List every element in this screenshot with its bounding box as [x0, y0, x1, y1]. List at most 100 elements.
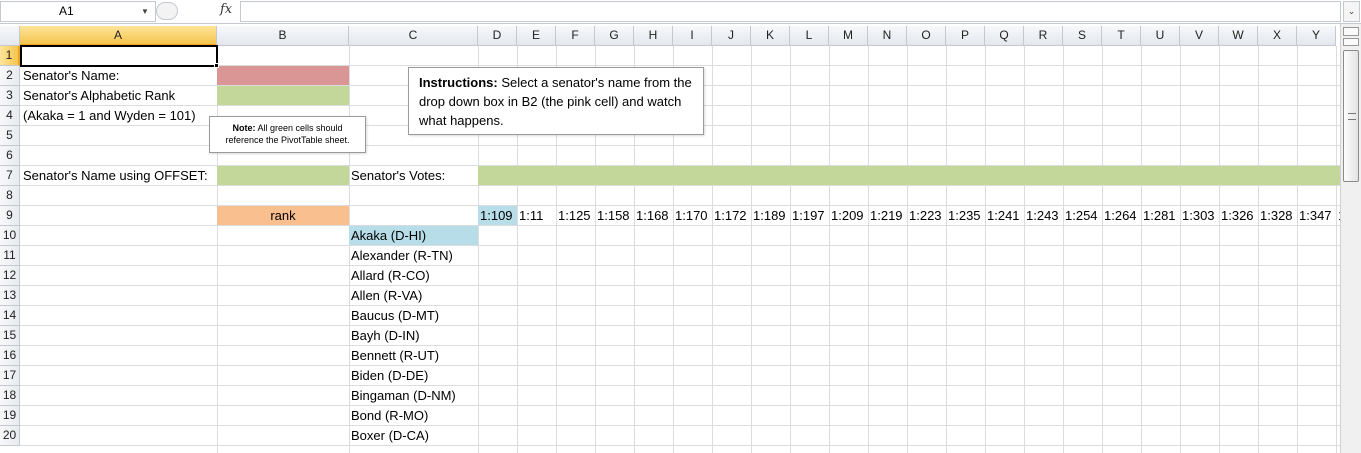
- senator-list-item[interactable]: Baucus (D-MT): [351, 306, 439, 325]
- row-header-7[interactable]: 7: [0, 166, 20, 186]
- senator-list-item[interactable]: Alexander (R-TN): [351, 246, 453, 265]
- vote-column-header[interactable]: 1:243: [1026, 206, 1059, 225]
- row-header-5[interactable]: 5: [0, 126, 20, 146]
- senator-list-item[interactable]: Bingaman (D-NM): [351, 386, 456, 405]
- column-header-m[interactable]: M: [829, 26, 868, 46]
- select-all-corner[interactable]: [0, 26, 20, 46]
- vertical-scrollbar[interactable]: [1340, 24, 1361, 453]
- vote-column-header[interactable]: 1:281: [1143, 206, 1176, 225]
- vote-column-header[interactable]: 1:219: [870, 206, 903, 225]
- senator-list-item[interactable]: Allen (R-VA): [351, 286, 422, 305]
- column-header-p[interactable]: P: [946, 26, 985, 46]
- offset-name-cell[interactable]: [217, 166, 349, 185]
- row-header-13[interactable]: 13: [0, 286, 20, 306]
- column-header-h[interactable]: H: [634, 26, 673, 46]
- vote-column-header[interactable]: 1:209: [831, 206, 864, 225]
- formula-input[interactable]: [240, 1, 1341, 22]
- vote-column-header[interactable]: 1:125: [558, 206, 591, 225]
- row-header-19[interactable]: 19: [0, 406, 20, 426]
- column-header-c[interactable]: C: [349, 26, 478, 46]
- row-header-9[interactable]: 9: [0, 206, 20, 226]
- column-header-v[interactable]: V: [1180, 26, 1219, 46]
- fill-handle[interactable]: [214, 63, 219, 68]
- cell-b9-rank[interactable]: rank: [217, 206, 349, 225]
- column-header-l[interactable]: L: [790, 26, 829, 46]
- vote-column-header[interactable]: 1:11: [519, 206, 543, 225]
- column-header-n[interactable]: N: [868, 26, 907, 46]
- cell-a2[interactable]: Senator's Name:: [23, 66, 119, 85]
- column-header-j[interactable]: J: [712, 26, 751, 46]
- column-header-k[interactable]: K: [751, 26, 790, 46]
- column-header-x[interactable]: X: [1258, 26, 1297, 46]
- row-header-1[interactable]: 1: [0, 46, 20, 66]
- vote-column-header[interactable]: 1:168: [636, 206, 669, 225]
- row-header-10[interactable]: 10: [0, 226, 20, 246]
- vote-column-header[interactable]: 1:197: [792, 206, 825, 225]
- column-header-d[interactable]: D: [478, 26, 517, 46]
- row-header-3[interactable]: 3: [0, 86, 20, 106]
- row-header-12[interactable]: 12: [0, 266, 20, 286]
- alphabetic-rank-cell[interactable]: [217, 86, 349, 105]
- vote-column-header[interactable]: 1:347: [1299, 206, 1332, 225]
- vote-column-header[interactable]: 1:326: [1221, 206, 1254, 225]
- vote-column-header[interactable]: 1:241: [987, 206, 1020, 225]
- name-box[interactable]: A1 ▼: [0, 1, 156, 22]
- row-header-16[interactable]: 16: [0, 346, 20, 366]
- cell-a7[interactable]: Senator's Name using OFFSET:: [23, 166, 208, 185]
- active-cell-a1[interactable]: [20, 45, 218, 67]
- column-header-w[interactable]: W: [1219, 26, 1258, 46]
- instructions-textbox[interactable]: Instructions: Select a senator's name fr…: [408, 67, 704, 135]
- spreadsheet-grid[interactable]: ABCDEFGHIJKLMNOPQRSTUVWXY 1 2 3 4 5 6 7 8 9 10 11 1…: [0, 26, 1340, 453]
- cell-c7[interactable]: Senator's Votes:: [351, 166, 445, 185]
- chevron-down-icon[interactable]: ▼: [141, 2, 149, 21]
- split-box-icon[interactable]: [1343, 27, 1359, 36]
- row-header-18[interactable]: 18: [0, 386, 20, 406]
- row-header-20[interactable]: 20: [0, 426, 20, 446]
- senator-list-item[interactable]: Bayh (D-IN): [351, 326, 420, 345]
- senator-list-item[interactable]: Akaka (D-HI): [351, 226, 426, 245]
- senator-list-item[interactable]: Bennett (R-UT): [351, 346, 439, 365]
- column-header-g[interactable]: G: [595, 26, 634, 46]
- row-header-17[interactable]: 17: [0, 366, 20, 386]
- vote-column-header[interactable]: 1:172: [714, 206, 747, 225]
- row-header-2[interactable]: 2: [0, 66, 20, 86]
- senator-list-item[interactable]: Allard (R-CO): [351, 266, 430, 285]
- vote-column-header[interactable]: 1:235: [948, 206, 981, 225]
- insert-function-icon[interactable]: fx: [220, 2, 232, 17]
- column-header-y[interactable]: Y: [1297, 26, 1336, 46]
- vote-column-header[interactable]: 1:189: [753, 206, 786, 225]
- vote-column-header[interactable]: 1:109: [480, 206, 513, 225]
- column-header-a[interactable]: A: [20, 26, 217, 46]
- column-header-i[interactable]: I: [673, 26, 712, 46]
- vote-column-header[interactable]: 1:158: [597, 206, 630, 225]
- senator-votes-range[interactable]: [478, 166, 1340, 185]
- vote-column-header[interactable]: 1:328: [1260, 206, 1293, 225]
- row-header-4[interactable]: 4: [0, 106, 20, 126]
- senator-list-item[interactable]: Boxer (D-CA): [351, 426, 429, 445]
- note-textbox[interactable]: Note: All green cells should reference t…: [209, 116, 366, 153]
- column-header-b[interactable]: B: [217, 26, 349, 46]
- row-header-11[interactable]: 11: [0, 246, 20, 266]
- column-header-f[interactable]: F: [556, 26, 595, 46]
- row-header-6[interactable]: 6: [0, 146, 20, 166]
- vote-column-header[interactable]: 1:254: [1065, 206, 1098, 225]
- row-header-15[interactable]: 15: [0, 326, 20, 346]
- column-header-q[interactable]: Q: [985, 26, 1024, 46]
- senator-list-item[interactable]: Bond (R-MO): [351, 406, 428, 425]
- senator-list-item[interactable]: Biden (D-DE): [351, 366, 428, 385]
- column-header-u[interactable]: U: [1141, 26, 1180, 46]
- row-header-8[interactable]: 8: [0, 186, 20, 206]
- resize-grip-icon[interactable]: [156, 2, 178, 20]
- expand-formula-bar-button[interactable]: ⌄: [1343, 1, 1360, 22]
- senator-name-dropdown-cell[interactable]: [217, 66, 349, 85]
- column-header-r[interactable]: R: [1024, 26, 1063, 46]
- vote-column-header[interactable]: 1:170: [675, 206, 708, 225]
- row-header-14[interactable]: 14: [0, 306, 20, 326]
- vote-column-header[interactable]: 1:303: [1182, 206, 1215, 225]
- cell-a4[interactable]: (Akaka = 1 and Wyden = 101): [23, 106, 196, 125]
- column-header-t[interactable]: T: [1102, 26, 1141, 46]
- column-header-s[interactable]: S: [1063, 26, 1102, 46]
- scroll-thumb[interactable]: [1343, 50, 1359, 182]
- column-header-e[interactable]: E: [517, 26, 556, 46]
- vote-column-header[interactable]: 1:264: [1104, 206, 1137, 225]
